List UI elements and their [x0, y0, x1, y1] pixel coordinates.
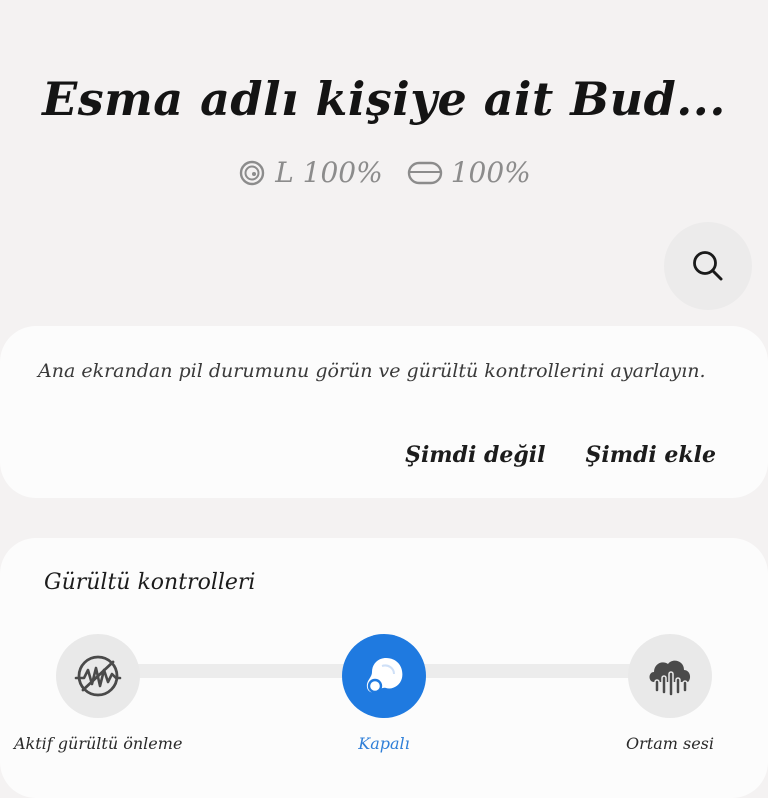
- search-icon: [689, 247, 727, 285]
- header: Esma adlı kişiye ait Bud... L 100% 100%: [0, 0, 768, 320]
- mode-ambient-label: Ortam sesi: [626, 734, 714, 753]
- mode-off-button[interactable]: [342, 634, 426, 718]
- not-now-button[interactable]: Şimdi değil: [405, 442, 545, 468]
- case-icon: [407, 160, 443, 186]
- ambient-sound-icon: [642, 648, 698, 704]
- battery-status: L 100% 100%: [0, 156, 768, 189]
- case-battery-label: 100%: [450, 156, 531, 189]
- mode-anc-button[interactable]: [56, 634, 140, 718]
- left-bud-battery: L 100%: [237, 156, 383, 189]
- noise-controls-title: Gürültü kontrolleri: [44, 570, 256, 595]
- mode-anc-label: Aktif gürültü önleme: [14, 734, 183, 753]
- promo-actions: Şimdi değil Şimdi ekle: [405, 442, 716, 468]
- earbud-icon: [237, 158, 267, 188]
- widget-promo-card: Ana ekrandan pil durumunu görün ve gürül…: [0, 326, 768, 498]
- mode-off-label: Kapalı: [358, 734, 410, 753]
- anc-icon: [70, 648, 126, 704]
- earbud-icon: [358, 650, 410, 702]
- left-bud-battery-label: L 100%: [275, 156, 383, 189]
- mode-ambient-button[interactable]: [628, 634, 712, 718]
- add-now-button[interactable]: Şimdi ekle: [585, 442, 716, 468]
- noise-controls-card: Gürültü kontrolleri Aktif gürültü önleme…: [0, 538, 768, 798]
- case-battery: 100%: [407, 156, 531, 189]
- page-title: Esma adlı kişiye ait Bud...: [42, 72, 726, 126]
- search-button[interactable]: [664, 222, 752, 310]
- promo-message: Ana ekrandan pil durumunu görün ve gürül…: [38, 360, 706, 382]
